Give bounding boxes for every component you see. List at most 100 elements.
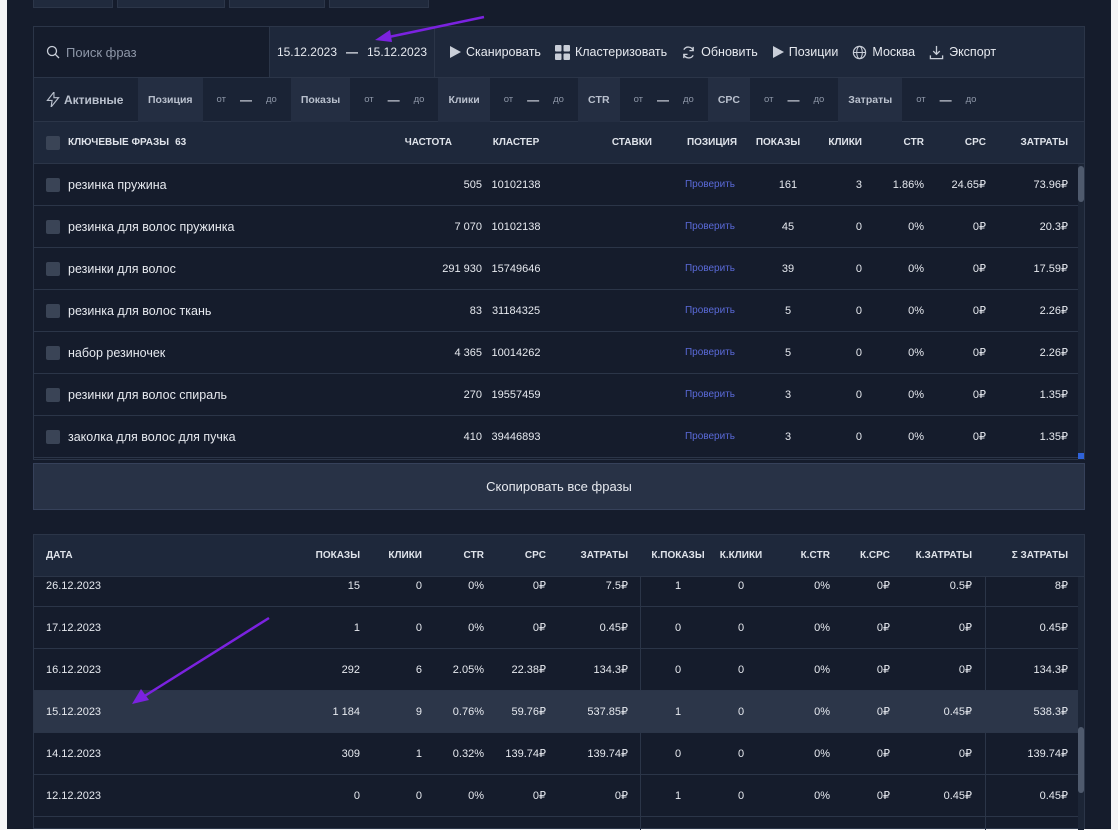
- row-checkbox[interactable]: [46, 374, 60, 415]
- row-checkbox[interactable]: [46, 290, 60, 331]
- row-checkbox[interactable]: [46, 416, 60, 457]
- date-from[interactable]: 15.12.2023: [277, 45, 337, 59]
- keyword-row[interactable]: набор резиночек 4 365 10014262 5 0 0% 0₽ 2.26₽ П…: [34, 332, 1078, 374]
- stats-scrollbar-thumb[interactable]: [1078, 727, 1084, 793]
- header-position[interactable]: ПОЗИЦИЯ: [674, 122, 750, 163]
- stats-row[interactable]: 16.12.2023 292 6 2.05% 22.38₽ 134.3₽ 0 0 0% 0₽ 0₽ 1…: [34, 649, 1078, 691]
- from-label[interactable]: от: [364, 94, 373, 105]
- header-bids[interactable]: СТАВКИ: [574, 122, 652, 163]
- to-label[interactable]: до: [813, 94, 824, 105]
- from-label[interactable]: от: [764, 94, 773, 105]
- header-clicks[interactable]: КЛИКИ: [374, 535, 422, 576]
- keywords-scrollbar-thumb[interactable]: [1078, 166, 1084, 202]
- region-button[interactable]: Москва: [852, 45, 915, 60]
- positions-button[interactable]: Позиции: [772, 45, 838, 59]
- check-position-link[interactable]: Проверить: [674, 164, 746, 205]
- to-label[interactable]: до: [414, 94, 425, 105]
- keyword-row[interactable]: резинка для волос пружинка 7 070 10102138 4…: [34, 206, 1078, 248]
- cell-k-clicks: 0: [737, 621, 745, 634]
- header-k-cost[interactable]: К.ЗАТРАТЫ: [904, 535, 972, 576]
- to-label[interactable]: до: [553, 94, 564, 105]
- copy-all-phrases-button[interactable]: Скопировать все фразы: [33, 463, 1085, 510]
- header-clicks[interactable]: КЛИКИ: [804, 122, 862, 163]
- stats-row-highlighted[interactable]: 15.12.2023 1 184 9 0.76% 59.76₽ 537.85₽ 1 0 0% 0₽…: [34, 691, 1078, 733]
- header-cost[interactable]: ЗАТРАТЫ: [554, 535, 628, 576]
- filter-label-cpc: CPC: [707, 77, 750, 122]
- cell-ctr: 0%: [908, 220, 924, 233]
- header-k-ctr[interactable]: К.CTR: [774, 535, 830, 576]
- from-label[interactable]: от: [916, 94, 925, 105]
- from-label[interactable]: от: [504, 94, 513, 105]
- check-position-link[interactable]: Проверить: [674, 416, 746, 457]
- from-label[interactable]: от: [634, 94, 643, 105]
- export-button[interactable]: Экспорт: [929, 45, 996, 60]
- top-tab-stub[interactable]: [329, 0, 429, 8]
- refresh-button[interactable]: Обновить: [681, 45, 758, 60]
- keyword-row[interactable]: резинки для волос 291 930 15749646 39 0 0% 0₽ 1…: [34, 248, 1078, 290]
- cell-freq: 270: [463, 388, 482, 401]
- header-cluster[interactable]: КЛАСТЕР: [474, 122, 558, 163]
- filter-range-cost[interactable]: от — до: [902, 93, 990, 107]
- row-checkbox[interactable]: [46, 248, 60, 289]
- filter-range-position[interactable]: от — до: [203, 93, 291, 107]
- filter-range-ctr[interactable]: от — до: [620, 93, 708, 107]
- select-all-checkbox[interactable]: [46, 122, 60, 163]
- check-position-link[interactable]: Проверить: [674, 206, 746, 247]
- header-phrases[interactable]: КЛЮЧЕВЫЕ ФРАЗЫ 63: [68, 122, 186, 163]
- check-position-label[interactable]: Проверить: [685, 305, 735, 316]
- check-position-link[interactable]: Проверить: [674, 374, 746, 415]
- header-total-cost[interactable]: Σ ЗАТРАТЫ: [994, 535, 1068, 576]
- date-to[interactable]: 15.12.2023: [367, 45, 427, 59]
- header-k-clicks[interactable]: К.КЛИКИ: [714, 535, 768, 576]
- from-label[interactable]: от: [217, 94, 226, 105]
- to-label[interactable]: до: [683, 94, 694, 105]
- header-impressions[interactable]: ПОКАЗЫ: [752, 122, 804, 163]
- stats-row[interactable]: 14.12.2023 309 1 0.32% 139.74₽ 139.74₽ 0 0 0% 0₽ 0…: [34, 733, 1078, 775]
- header-k-impressions[interactable]: К.ПОКАЗЫ: [646, 535, 710, 576]
- active-filter-toggle[interactable]: Активные: [34, 92, 138, 107]
- search-icon: [46, 45, 60, 59]
- keywords-scrollbar[interactable]: [1078, 164, 1084, 460]
- to-label[interactable]: до: [966, 94, 977, 105]
- row-checkbox[interactable]: [46, 332, 60, 373]
- filter-range-impressions[interactable]: от — до: [350, 93, 438, 107]
- check-position-label[interactable]: Проверить: [685, 221, 735, 232]
- top-tab-stub[interactable]: [117, 0, 225, 8]
- header-cpc[interactable]: CPC: [934, 122, 986, 163]
- header-cost[interactable]: ЗАТРАТЫ: [994, 122, 1068, 163]
- cluster-button[interactable]: Кластеризовать: [554, 44, 667, 60]
- search-input[interactable]: Поиск фраз: [34, 27, 270, 77]
- keyword-row[interactable]: резинки для волос спираль 270 19557459 3 0 0%…: [34, 374, 1078, 416]
- header-k-cpc[interactable]: К.CPC: [834, 535, 890, 576]
- stats-row[interactable]: 12.12.2023 0 0 0% 0₽ 0₽ 1 0 0% 0₽ 0.45₽ 0.45₽: [34, 775, 1078, 817]
- scan-button[interactable]: Сканировать: [449, 45, 541, 59]
- active-label: Активные: [64, 92, 124, 107]
- keyword-row[interactable]: заколка для волос для пучка 410 39446893 3 0…: [34, 416, 1078, 458]
- header-ctr[interactable]: CTR: [874, 122, 924, 163]
- date-range-picker[interactable]: 15.12.2023 — 15.12.2023: [270, 27, 435, 77]
- check-position-link[interactable]: Проверить: [674, 332, 746, 373]
- top-tab-stub[interactable]: [229, 0, 325, 8]
- stats-row[interactable]: 17.12.2023 1 0 0% 0₽ 0.45₽ 0 0 0% 0₽ 0₽ 0.45₽: [34, 607, 1078, 649]
- filter-range-cpc[interactable]: от — до: [750, 93, 838, 107]
- keyword-row[interactable]: резинка пружина 505 10102138 161 3 1.86% 24.65…: [34, 164, 1078, 206]
- check-position-label[interactable]: Проверить: [685, 389, 735, 400]
- check-position-label[interactable]: Проверить: [685, 431, 735, 442]
- filter-range-clicks[interactable]: от — до: [490, 93, 578, 107]
- to-label[interactable]: до: [266, 94, 277, 105]
- cell-freq: 4 365: [454, 346, 482, 359]
- keyword-row[interactable]: резинка для волос ткань 83 31184325 5 0 0% 0₽ 2…: [34, 290, 1078, 332]
- check-position-label[interactable]: Проверить: [685, 179, 735, 190]
- check-position-link[interactable]: Проверить: [674, 290, 746, 331]
- header-freq[interactable]: ЧАСТОТА: [364, 122, 452, 163]
- header-ctr[interactable]: CTR: [434, 535, 484, 576]
- row-checkbox[interactable]: [46, 206, 60, 247]
- header-date[interactable]: ДАТА: [46, 535, 73, 576]
- header-impressions[interactable]: ПОКАЗЫ: [294, 535, 360, 576]
- check-position-label[interactable]: Проверить: [685, 263, 735, 274]
- row-checkbox[interactable]: [46, 164, 60, 205]
- check-position-label[interactable]: Проверить: [685, 347, 735, 358]
- check-position-link[interactable]: Проверить: [674, 248, 746, 289]
- top-tab-stub[interactable]: [33, 0, 113, 8]
- header-cpc[interactable]: CPC: [494, 535, 546, 576]
